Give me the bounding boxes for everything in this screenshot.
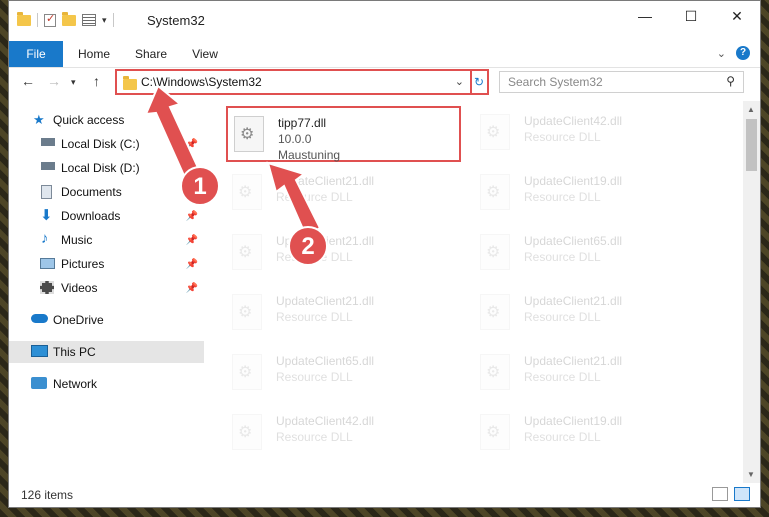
arrow-1	[144, 84, 202, 182]
arrow-2	[266, 161, 322, 238]
annotation-arrows	[144, 84, 322, 238]
step-2-badge: 2	[288, 226, 328, 266]
step-1-badge: 1	[180, 166, 220, 206]
